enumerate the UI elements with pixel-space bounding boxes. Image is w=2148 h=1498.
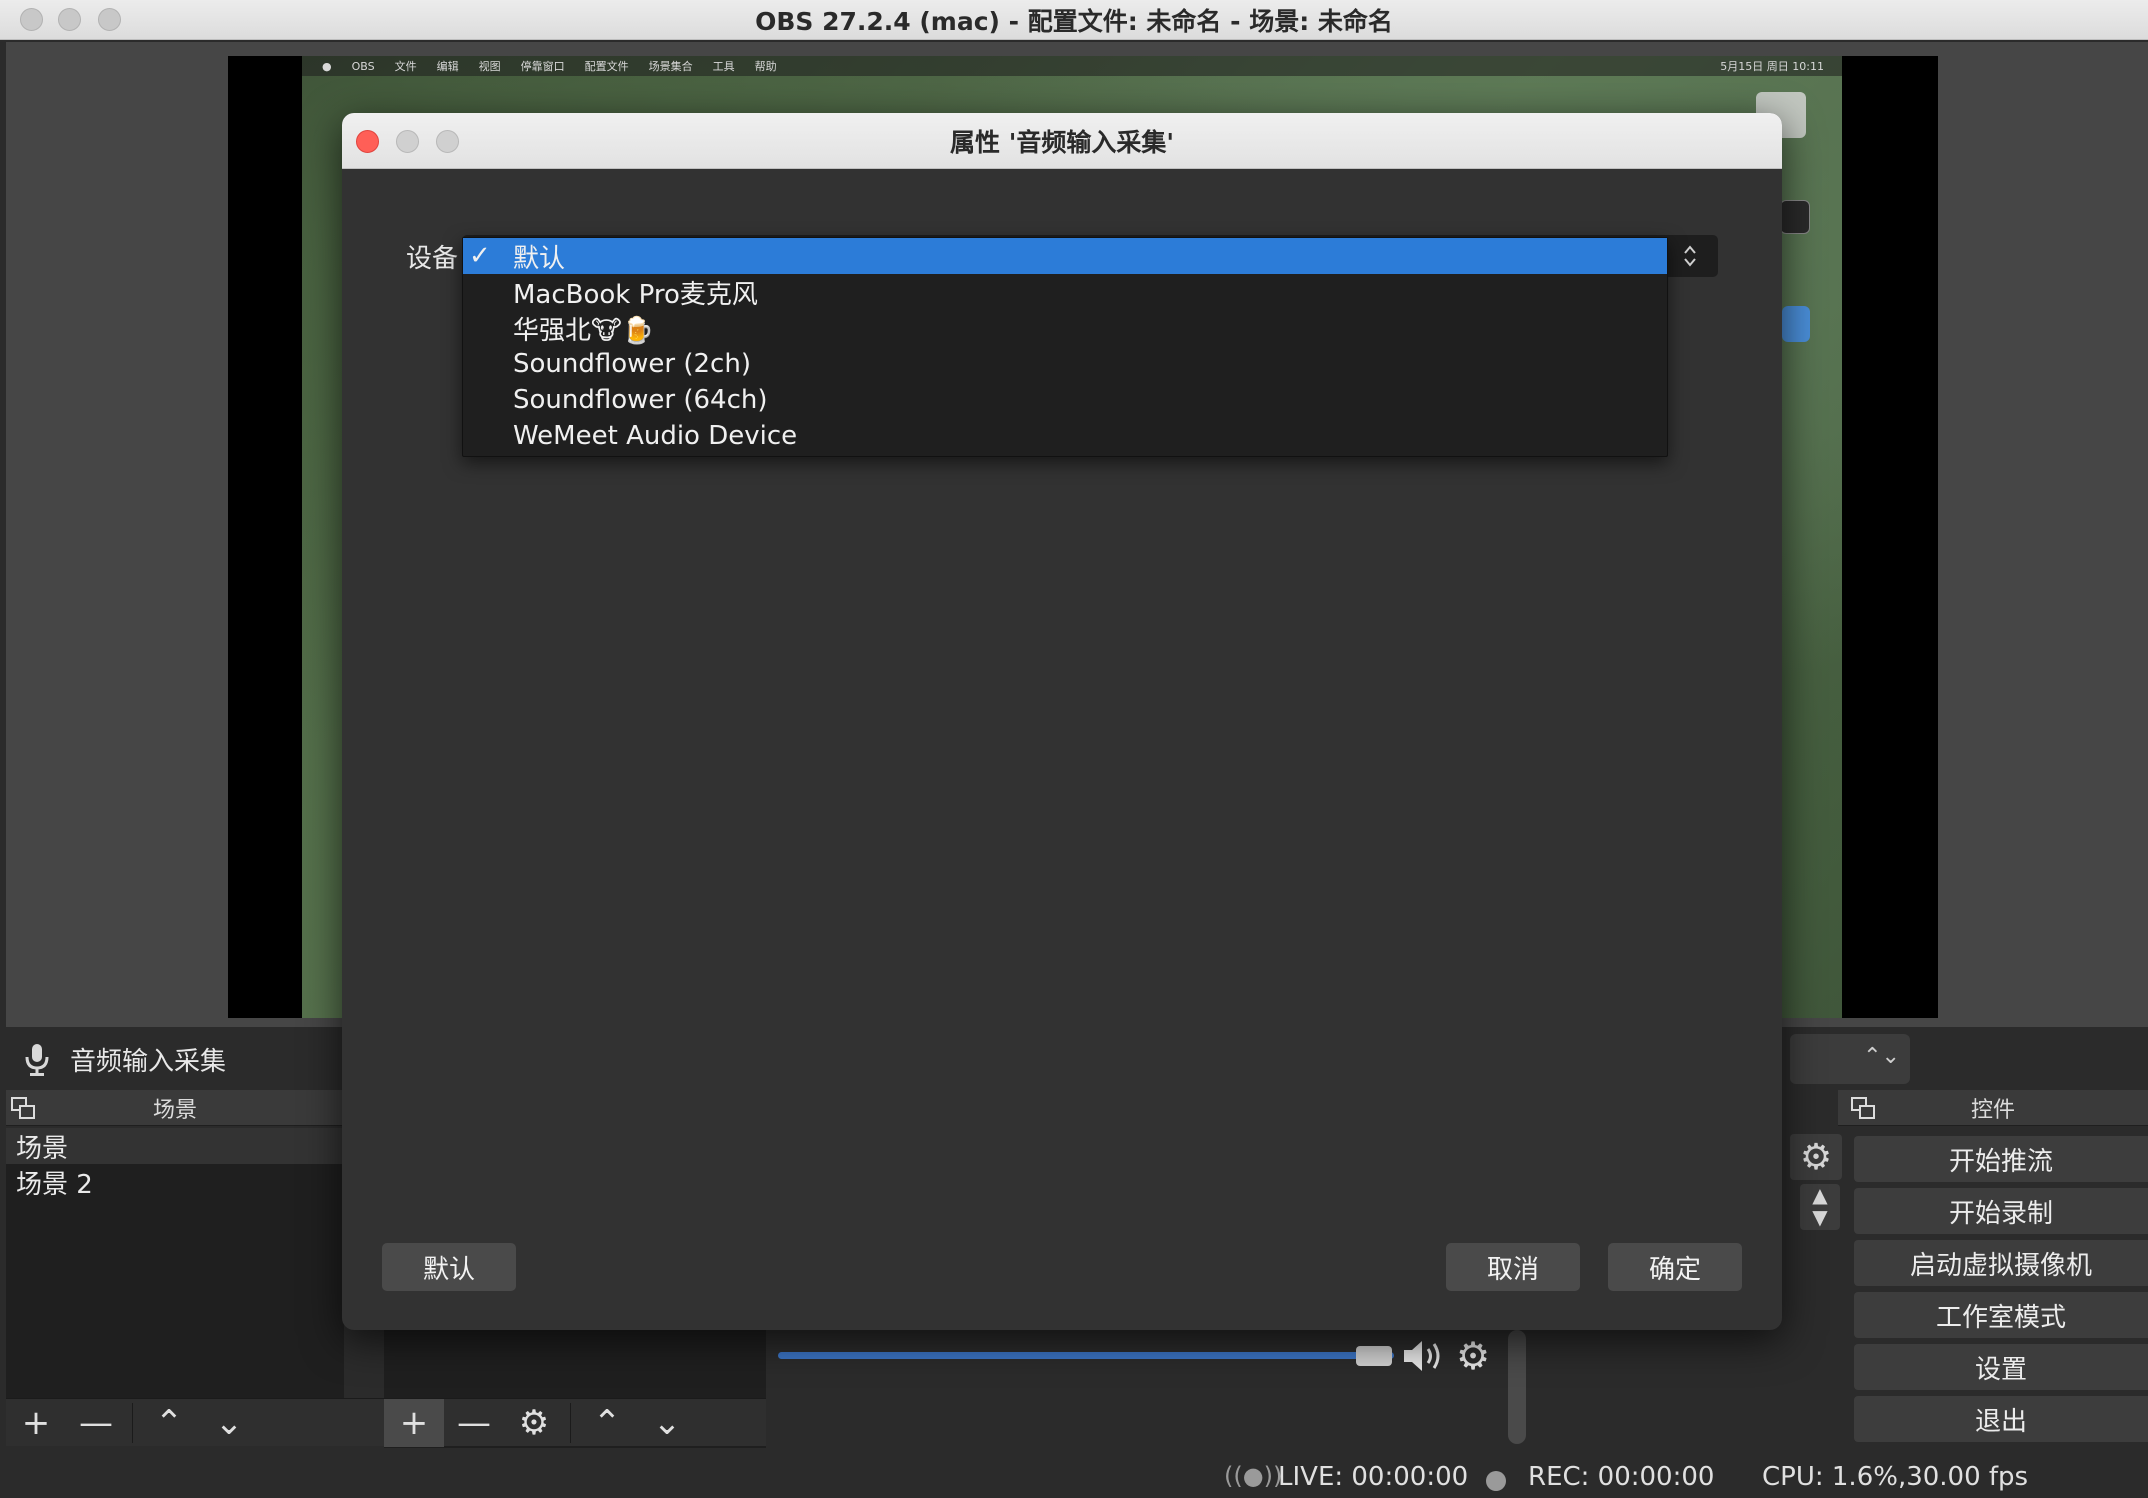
dock-float-icon[interactable] <box>1850 1096 1876 1120</box>
controls-dock-title: 控件 <box>1838 1090 2148 1126</box>
move-scene-down-button[interactable]: ⌄ <box>199 1399 259 1447</box>
preview-menu-item: 配置文件 <box>584 60 629 73</box>
scenes-list[interactable]: 场景 场景 2 <box>6 1128 344 1398</box>
preview-clock: 5月15日 周日 10:11 <box>1720 60 1824 73</box>
scenes-toolbar: + — ⌃ ⌄ <box>6 1398 384 1446</box>
toolbar-separator <box>132 1402 133 1443</box>
live-timer: LIVE: 00:00:00 <box>1278 1462 1469 1492</box>
speaker-icon[interactable] <box>1400 1336 1448 1376</box>
desktop-file-icon <box>1780 200 1810 234</box>
rec-dot-icon <box>1486 1468 1506 1498</box>
scene-item[interactable]: 场景 2 <box>6 1164 344 1200</box>
dialog-minimize-button[interactable] <box>396 130 419 153</box>
remove-source-button[interactable]: — <box>444 1399 504 1447</box>
dialog-zoom-button[interactable] <box>436 130 459 153</box>
defaults-button[interactable]: 默认 <box>382 1243 516 1291</box>
settings-button[interactable]: 设置 <box>1854 1344 2148 1390</box>
mixer-settings-gear-icon[interactable]: ⚙ <box>1456 1334 1490 1378</box>
device-label: 设备 <box>406 244 459 274</box>
sources-toolbar: + — ⚙ ⌃ ⌄ <box>384 1398 766 1447</box>
device-option[interactable]: 华强北🐮🍺 <box>463 310 1667 346</box>
option-label: Soundflower (2ch) <box>513 349 751 379</box>
duration-stepper[interactable]: ▲ ▼ <box>1800 1184 1840 1230</box>
device-option[interactable]: Soundflower (2ch) <box>463 346 1667 382</box>
scenes-dock-title: 场景 <box>6 1090 344 1126</box>
preview-menu-item: 帮助 <box>754 60 777 73</box>
move-source-up-button[interactable]: ⌃ <box>577 1399 637 1447</box>
device-option[interactable]: MacBook Pro麦克风 <box>463 274 1667 310</box>
cancel-button[interactable]: 取消 <box>1446 1243 1580 1291</box>
preview-menu-item: 停靠窗口 <box>520 60 565 73</box>
preview-menu-item: 工具 <box>712 60 735 73</box>
scene-item[interactable]: 场景 <box>6 1128 344 1164</box>
source-name: 音频输入采集 <box>70 1046 227 1077</box>
device-option[interactable]: WeMeet Audio Device <box>463 418 1667 454</box>
preview-menu-item: 文件 <box>394 60 417 73</box>
checkmark-icon: ✓ <box>469 241 491 271</box>
controls-title: 控件 <box>1970 1097 2015 1123</box>
preview-menu-item: 视图 <box>478 60 501 73</box>
chevron-down-icon: ⌄ <box>214 1402 244 1443</box>
preview-menu-item: OBS <box>351 59 375 73</box>
source-properties-button[interactable]: ⚙ <box>504 1399 564 1447</box>
rec-timer: REC: 00:00:00 <box>1528 1462 1715 1492</box>
preview-menu-item: 场景集合 <box>648 60 693 73</box>
dialog-titlebar: 属性 '音频输入采集' <box>342 113 1782 169</box>
move-source-down-button[interactable]: ⌄ <box>637 1399 697 1447</box>
move-scene-up-button[interactable]: ⌃ <box>139 1399 199 1447</box>
transition-properties-gear-icon[interactable]: ⚙ <box>1790 1134 1842 1180</box>
ok-button[interactable]: 确定 <box>1608 1243 1742 1291</box>
start-streaming-button[interactable]: 开始推流 <box>1854 1136 2148 1182</box>
source-context-bar: 音频输入采集 <box>6 1030 344 1088</box>
device-option-default[interactable]: ✓ 默认 <box>463 238 1667 274</box>
transition-select[interactable]: ⌃⌄ <box>1790 1034 1910 1084</box>
preview-menu-item: 编辑 <box>436 60 459 73</box>
plus-icon: + <box>21 1402 51 1443</box>
minus-icon: — <box>457 1402 491 1443</box>
gear-icon: ⚙ <box>518 1402 550 1443</box>
add-source-button[interactable]: + <box>384 1398 444 1447</box>
minimize-window-button[interactable] <box>58 8 81 31</box>
option-label: MacBook Pro麦克风 <box>513 279 758 310</box>
broadcast-icon: ((●)) <box>1224 1462 1283 1490</box>
window-title: OBS 27.2.4 (mac) - 配置文件: 未命名 - 场景: 未命名 <box>755 6 1393 36</box>
add-scene-button[interactable]: + <box>6 1399 66 1447</box>
desktop-folder-icon <box>1782 306 1810 342</box>
volume-slider-handle[interactable] <box>1356 1346 1392 1366</box>
toolbar-separator <box>570 1402 571 1443</box>
main-titlebar: OBS 27.2.4 (mac) - 配置文件: 未命名 - 场景: 未命名 <box>0 0 2148 40</box>
device-dropdown-list[interactable]: ✓ 默认 MacBook Pro麦克风 华强北🐮🍺 Soundflower (2… <box>462 237 1668 457</box>
scenes-title: 场景 <box>152 1097 197 1123</box>
zoom-window-button[interactable] <box>98 8 121 31</box>
option-label: 默认 <box>513 243 566 274</box>
chevron-up-icon: ⌃ <box>592 1402 622 1443</box>
option-label: WeMeet Audio Device <box>513 421 798 451</box>
dialog-title: 属性 '音频输入采集' <box>949 127 1174 157</box>
dock-float-icon[interactable] <box>10 1096 36 1120</box>
preview-menubar: ● OBS 文件 编辑 视图 停靠窗口 配置文件 场景集合 工具 帮助 5月15… <box>302 56 1842 76</box>
apple-icon: ● <box>322 59 332 73</box>
plus-icon: + <box>399 1402 429 1443</box>
start-recording-button[interactable]: 开始录制 <box>1854 1188 2148 1234</box>
select-arrows-icon[interactable] <box>1664 235 1716 277</box>
option-label: 华强北🐮🍺 <box>513 315 655 346</box>
chevron-down-icon: ⌄ <box>652 1402 682 1443</box>
combo-arrows-icon: ⌃⌄ <box>1863 1044 1900 1069</box>
minus-icon: — <box>79 1402 113 1443</box>
option-label: Soundflower (64ch) <box>513 385 768 415</box>
remove-scene-button[interactable]: — <box>66 1399 126 1447</box>
microphone-icon <box>25 1044 49 1076</box>
close-window-button[interactable] <box>20 8 43 31</box>
dialog-close-button[interactable] <box>356 130 379 153</box>
studio-mode-button[interactable]: 工作室模式 <box>1854 1292 2148 1338</box>
device-option[interactable]: Soundflower (64ch) <box>463 382 1667 418</box>
status-bar: ((●)) LIVE: 00:00:00 REC: 00:00:00 CPU: … <box>0 1452 2148 1498</box>
cpu-fps: CPU: 1.6%,30.00 fps <box>1762 1462 2029 1492</box>
volume-slider[interactable] <box>778 1352 1394 1359</box>
exit-button[interactable]: 退出 <box>1854 1396 2148 1442</box>
start-virtual-camera-button[interactable]: 启动虚拟摄像机 <box>1854 1240 2148 1286</box>
mixer-scrollbar[interactable] <box>1508 1330 1526 1444</box>
chevron-up-icon: ⌃ <box>154 1402 184 1443</box>
